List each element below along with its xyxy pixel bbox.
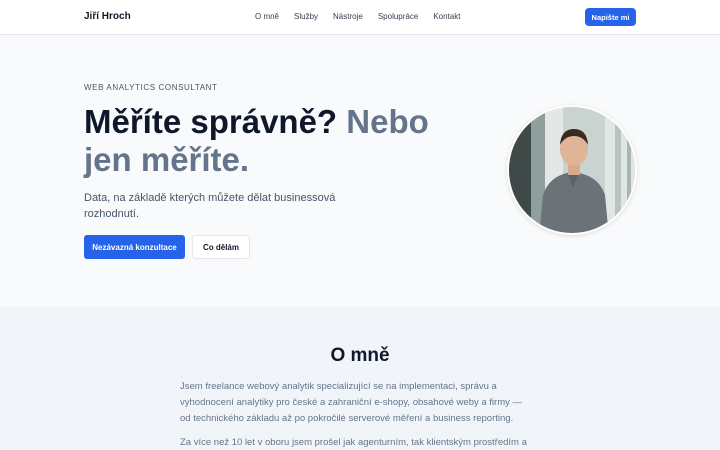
consultation-button[interactable]: Nezávazná konzultace (84, 235, 185, 259)
brand-logo[interactable]: Jiří Hroch (84, 11, 131, 22)
profile-photo-illustration (509, 107, 635, 233)
hero-headline: Měříte správně? Nebo jen měříte. (84, 103, 484, 179)
nav-link-about[interactable]: O mně (255, 12, 279, 21)
nav-link-tools[interactable]: Nástroje (333, 12, 363, 21)
top-navbar: Jiří Hroch O mně Služby Nástroje Spolupr… (0, 0, 720, 35)
nav-link-cooperation[interactable]: Spolupráce (378, 12, 418, 21)
write-me-button[interactable]: Napište mi (585, 8, 636, 26)
about-title: O mně (330, 345, 390, 366)
what-i-do-button[interactable]: Co dělám (192, 235, 250, 259)
profile-photo (507, 105, 637, 235)
about-section: O mně Jsem freelance webový analytik spe… (0, 307, 720, 450)
nav-links: O mně Služby Nástroje Spolupráce Kontakt (255, 12, 475, 21)
hero-subtitle: Data, na základě kterých můžete dělat bu… (84, 192, 336, 220)
about-paragraph-2: Za více než 10 let v oboru jsem prošel j… (180, 437, 527, 448)
hero-section: WEB ANALYTICS CONSULTANT Měříte správně?… (0, 35, 720, 307)
nav-link-contact[interactable]: Kontakt (433, 12, 460, 21)
nav-link-services[interactable]: Služby (294, 12, 318, 21)
hero-eyebrow: WEB ANALYTICS CONSULTANT (84, 83, 218, 92)
about-paragraph-1: Jsem freelance webový analytik specializ… (180, 381, 522, 424)
headline-strong: Měříte správně? (84, 103, 338, 140)
